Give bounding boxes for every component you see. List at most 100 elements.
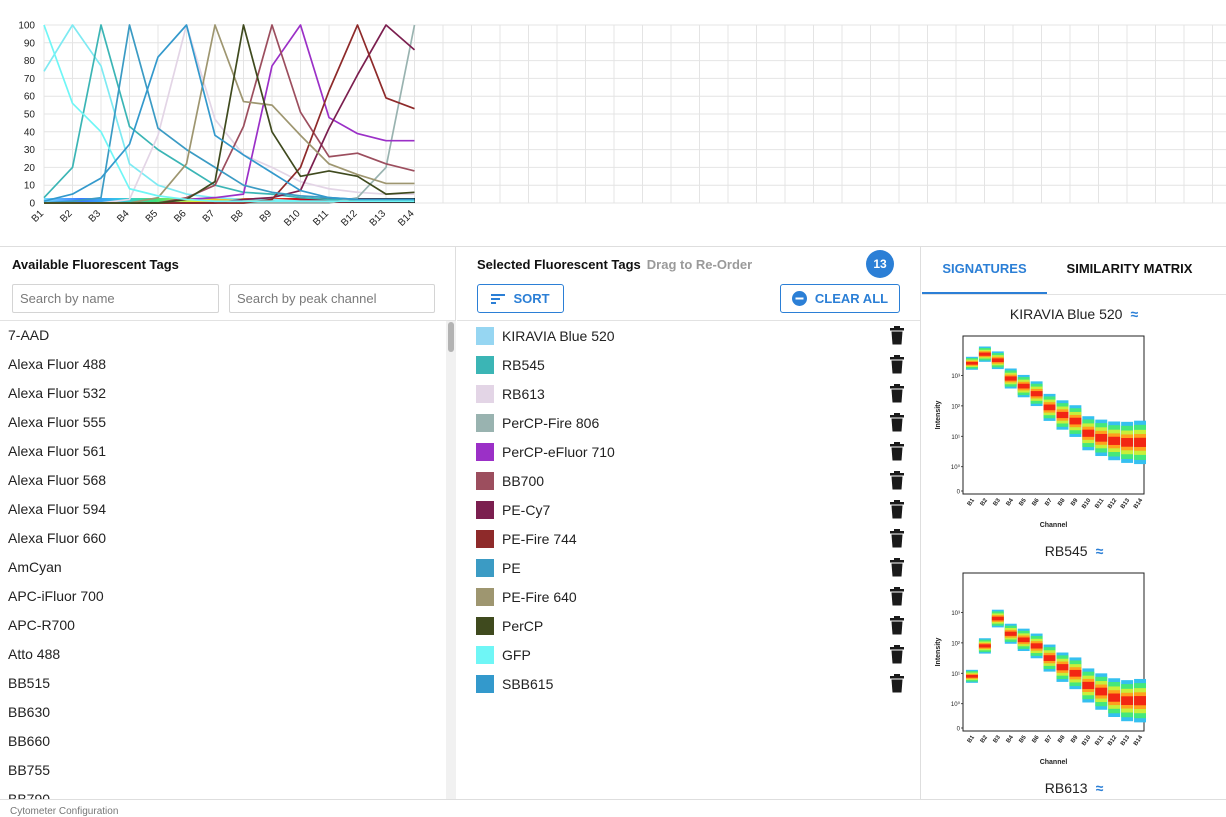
tag-color-swatch xyxy=(476,443,494,461)
selected-tag-item[interactable]: PE-Fire 640 xyxy=(457,582,921,611)
available-tag-item[interactable]: Atto 488 xyxy=(0,640,446,669)
approx-icon[interactable]: ≈ xyxy=(1096,543,1104,559)
plot-y-tick-label: 10² xyxy=(951,641,960,647)
selected-tag-item[interactable]: GFP xyxy=(457,640,921,669)
sort-button[interactable]: SORT xyxy=(477,284,564,313)
approx-icon[interactable]: ≈ xyxy=(1130,306,1138,322)
plot-x-tick-label: B6 xyxy=(1031,734,1041,744)
signature-density-column xyxy=(1004,368,1017,389)
available-tag-item[interactable]: BB630 xyxy=(0,698,446,727)
x-tick-label: B14 xyxy=(396,208,417,229)
available-tag-item[interactable]: Alexa Fluor 568 xyxy=(0,466,446,495)
approx-icon[interactable]: ≈ xyxy=(1096,780,1104,796)
x-tick-label: B3 xyxy=(87,208,104,225)
y-tick-label: 40 xyxy=(24,127,36,138)
available-tag-item[interactable]: Alexa Fluor 555 xyxy=(0,408,446,437)
plot-x-tick-label: B10 xyxy=(1081,497,1093,510)
density-band xyxy=(978,644,991,648)
selected-tag-label: PE xyxy=(502,559,521,576)
tag-color-swatch xyxy=(476,559,494,577)
delete-icon[interactable] xyxy=(889,587,905,606)
delete-icon[interactable] xyxy=(889,355,905,374)
selected-tag-item[interactable]: RB613 xyxy=(457,379,921,408)
signature-title: RB613 ≈ xyxy=(922,780,1226,796)
plot-x-tick-label: B14 xyxy=(1133,734,1145,747)
search-by-name-input[interactable] xyxy=(12,284,219,313)
density-band xyxy=(1056,664,1069,671)
selected-tag-label: PE-Cy7 xyxy=(502,501,551,518)
scrollbar-thumb[interactable] xyxy=(448,322,454,352)
plot-y-tick-label: 0 xyxy=(957,727,961,733)
spectrum-chart-svg: 0 10 20 30 40 50 60 70 80 90 100 B1 B2 B3 B4 B5 B6 B7 B8 B… xyxy=(18,21,1226,229)
available-tag-item[interactable]: Alexa Fluor 660 xyxy=(0,524,446,553)
delete-icon[interactable] xyxy=(889,529,905,548)
plot-x-tick-label: B1 xyxy=(967,497,977,507)
tab-similarity-matrix[interactable]: SIMILARITY MATRIX xyxy=(1047,247,1212,294)
delete-icon[interactable] xyxy=(889,413,905,432)
available-tag-item[interactable]: BB755 xyxy=(0,756,446,785)
y-tick-label: 10 xyxy=(24,181,36,192)
delete-icon[interactable] xyxy=(889,442,905,461)
delete-icon[interactable] xyxy=(889,500,905,519)
x-tick-label: B7 xyxy=(201,208,218,225)
available-tag-item[interactable]: BB660 xyxy=(0,727,446,756)
delete-icon[interactable] xyxy=(889,674,905,693)
plot-x-tick-label: B11 xyxy=(1094,497,1105,510)
selected-tag-label: PerCP xyxy=(502,617,544,634)
plot-x-tick-label: B1 xyxy=(967,734,977,744)
density-band xyxy=(1004,376,1017,381)
tab-signatures[interactable]: SIGNATURES xyxy=(922,247,1047,294)
signature-density-column xyxy=(1082,668,1095,703)
tag-color-swatch xyxy=(476,530,494,548)
delete-icon[interactable] xyxy=(889,616,905,635)
selected-tag-item[interactable]: PE xyxy=(457,553,921,582)
density-band xyxy=(1095,687,1108,696)
selected-tag-item[interactable]: SBB615 xyxy=(457,669,921,698)
selected-tag-item[interactable]: PerCP-Fire 806 xyxy=(457,408,921,437)
available-tag-item[interactable]: BB790 xyxy=(0,785,446,799)
delete-icon[interactable] xyxy=(889,645,905,664)
selected-tag-item[interactable]: PE-Fire 744 xyxy=(457,524,921,553)
available-tag-item[interactable]: AmCyan xyxy=(0,553,446,582)
plot-y-tick-label: 0 xyxy=(957,490,961,496)
delete-icon[interactable] xyxy=(889,384,905,403)
y-tick-label: 50 xyxy=(24,110,36,121)
plot-x-tick-label: B5 xyxy=(1019,734,1029,744)
plot-x-tick-label: B3 xyxy=(993,734,1003,744)
selected-tag-item[interactable]: RB545 xyxy=(457,350,921,379)
plot-y-tick-label: 10¹ xyxy=(951,435,960,441)
selected-tag-item[interactable]: BB700 xyxy=(457,466,921,495)
clear-all-button[interactable]: CLEAR ALL xyxy=(780,284,900,313)
plot-x-tick-label: B4 xyxy=(1006,497,1016,507)
available-tag-item[interactable]: 7-AAD xyxy=(0,321,446,350)
available-tag-item[interactable]: APC-iFluor 700 xyxy=(0,582,446,611)
available-tag-item[interactable]: Alexa Fluor 488 xyxy=(0,350,446,379)
selected-tag-item[interactable]: PerCP-eFluor 710 xyxy=(457,437,921,466)
plot-x-tick-label: B9 xyxy=(1070,497,1080,507)
signature-density-column xyxy=(1043,393,1056,421)
selected-tag-item[interactable]: PE-Cy7 xyxy=(457,495,921,524)
clear-all-label: CLEAR ALL xyxy=(814,291,889,306)
search-by-peak-channel-input[interactable] xyxy=(229,284,435,313)
plot-x-tick-label: B6 xyxy=(1031,497,1041,507)
available-tag-item[interactable]: BB515 xyxy=(0,669,446,698)
selected-tag-label: PerCP-Fire 806 xyxy=(502,414,600,431)
signature-name: RB613 xyxy=(1044,780,1088,796)
plot-x-tick-label: B4 xyxy=(1006,734,1016,744)
available-tag-item[interactable]: APC-R700 xyxy=(0,611,446,640)
selected-tag-item[interactable]: PerCP xyxy=(457,611,921,640)
available-list-scrollbar[interactable] xyxy=(446,321,456,799)
signature-density-column xyxy=(966,669,978,683)
density-band xyxy=(991,358,1004,363)
density-band xyxy=(1017,637,1030,643)
plot-x-tick-label: B9 xyxy=(1070,734,1080,744)
delete-icon[interactable] xyxy=(889,558,905,577)
selected-tag-item[interactable]: KIRAVIA Blue 520 xyxy=(457,321,921,350)
signature-density-column xyxy=(978,638,991,654)
available-tag-item[interactable]: Alexa Fluor 561 xyxy=(0,437,446,466)
delete-icon[interactable] xyxy=(889,471,905,490)
available-tag-item[interactable]: Alexa Fluor 594 xyxy=(0,495,446,524)
delete-icon[interactable] xyxy=(889,326,905,345)
available-tag-item[interactable]: Alexa Fluor 532 xyxy=(0,379,446,408)
y-tick-label: 80 xyxy=(24,56,36,67)
